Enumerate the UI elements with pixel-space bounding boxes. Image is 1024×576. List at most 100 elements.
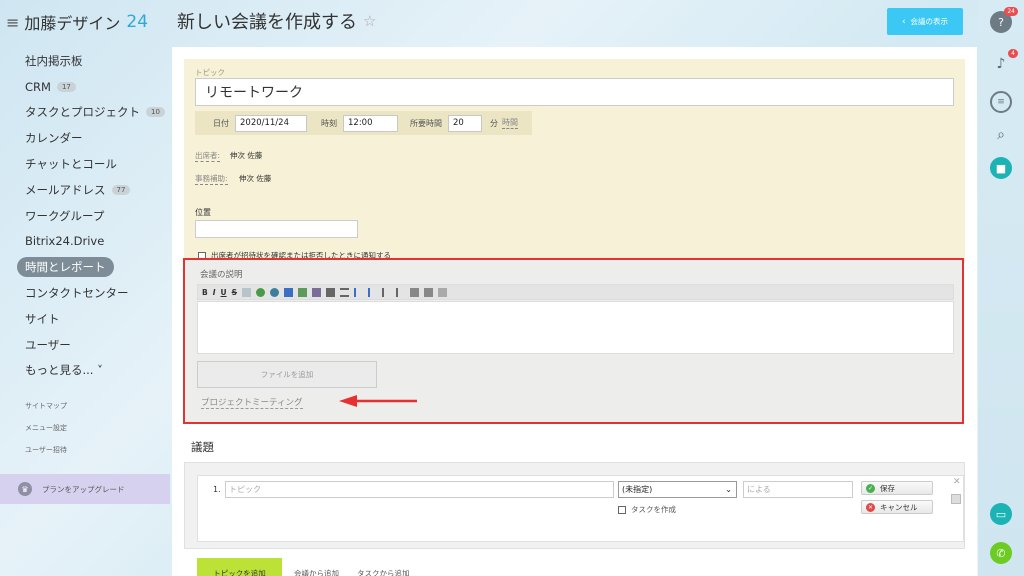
- sidebar-item-more[interactable]: もっと見る... ˅: [0, 358, 172, 384]
- brand: ≡ 加藤デザイン 24: [6, 10, 148, 34]
- brand-name: 加藤デザイン: [24, 14, 121, 33]
- hamburger-menu-icon[interactable]: ≡: [6, 13, 19, 32]
- sidebar-item-chat[interactable]: チャットとコール: [0, 151, 172, 177]
- upgrade-plan-button[interactable]: ♛ プランをアップグレード: [0, 474, 170, 504]
- sidebar-item-news[interactable]: 社内掲示板: [0, 48, 172, 74]
- duration-unit-link[interactable]: 時間: [502, 117, 518, 129]
- sidebar-item-label: タスクとプロジェクト: [25, 105, 140, 120]
- topic-label: トピック: [195, 68, 225, 77]
- cancel-button[interactable]: ✕ キャンセル: [861, 500, 933, 514]
- eraser-icon[interactable]: [242, 287, 252, 297]
- brand-number: 24: [126, 12, 149, 32]
- image-icon[interactable]: [284, 287, 294, 297]
- create-task-checkbox[interactable]: [618, 505, 626, 514]
- page-title-text: 新しい会議を作成する: [177, 12, 357, 33]
- chevron-left-icon: ‹: [901, 16, 906, 27]
- agenda-by-input[interactable]: による: [743, 481, 853, 498]
- link-icon[interactable]: [256, 287, 266, 297]
- help-icon[interactable]: ? 24: [990, 7, 1018, 33]
- cancel-label: キャンセル: [880, 502, 918, 512]
- ordered-list-icon[interactable]: [354, 287, 363, 297]
- date-time-box: 日付 2020/11/24 時刻 12:00 所要時間 20 分 時間: [195, 111, 532, 135]
- indent-icon[interactable]: [396, 287, 405, 297]
- view-meetings-label: 会議の表示: [910, 17, 949, 26]
- project-meeting-tag[interactable]: プロジェクトミーティング: [201, 396, 303, 409]
- sidebar-item-time-reports[interactable]: 時間とレポート: [0, 254, 172, 280]
- meeting-form: トピック リモートワーク 日付 2020/11/24 時刻 12:00 所要時間…: [184, 59, 965, 263]
- sidebar-item-mail[interactable]: メールアドレス 77: [0, 177, 172, 203]
- sidebar-item-contact-center[interactable]: コンタクトセンター: [0, 280, 172, 306]
- sidebar-item-crm[interactable]: CRM 17: [0, 74, 172, 100]
- description-section: 会議の説明 B I U S ファイルを追加 プロジェクトミーティング: [183, 258, 964, 424]
- heading-icon[interactable]: [410, 287, 420, 297]
- main-panel: トピック リモートワーク 日付 2020/11/24 時刻 12:00 所要時間…: [172, 47, 977, 576]
- add-from-task-link[interactable]: タスクから追加: [357, 568, 410, 576]
- description-editor[interactable]: [197, 301, 954, 354]
- sidebar-item-calendar[interactable]: カレンダー: [0, 125, 172, 151]
- lock-icon[interactable]: ■: [990, 157, 1012, 179]
- italic-button[interactable]: I: [213, 288, 216, 297]
- star-icon[interactable]: ☆: [363, 12, 376, 30]
- save-label: 保存: [880, 483, 895, 493]
- strike-button[interactable]: S: [232, 288, 237, 297]
- sidebar-item-label: ユーザー: [25, 337, 71, 352]
- location-input[interactable]: [195, 220, 358, 238]
- time-input[interactable]: 12:00: [343, 114, 398, 132]
- remove-row-icon[interactable]: ✕: [953, 477, 961, 487]
- bold-button[interactable]: B: [202, 288, 208, 297]
- count-badge: 10: [146, 107, 165, 118]
- underline-button[interactable]: U: [221, 288, 227, 297]
- sidebar-item-label: サイト: [25, 311, 60, 326]
- topic-input[interactable]: リモートワーク: [195, 78, 954, 106]
- document-icon[interactable]: ▭: [990, 503, 1012, 525]
- sidebar-item-drive[interactable]: Bitrix24.Drive: [0, 229, 172, 255]
- invite-users-link[interactable]: ユーザー招待: [25, 442, 67, 464]
- page-title: 新しい会議を作成する ☆: [177, 8, 376, 34]
- font-color-icon[interactable]: [326, 287, 336, 297]
- assistant-label[interactable]: 事務補助:: [195, 173, 228, 185]
- search-icon[interactable]: ⌕: [990, 124, 1012, 146]
- add-from-meeting-link[interactable]: 会議から追加: [294, 568, 339, 576]
- unlink-icon[interactable]: [270, 287, 280, 297]
- agenda-responsible-select[interactable]: (未指定) ⌄: [618, 481, 737, 498]
- view-meetings-button[interactable]: ‹ 会議の表示: [887, 8, 963, 35]
- add-file-button[interactable]: ファイルを追加: [197, 361, 377, 388]
- sidebar-item-sites[interactable]: サイト: [0, 306, 172, 332]
- date-input[interactable]: 2020/11/24: [235, 114, 307, 132]
- sidebar-item-tasks[interactable]: タスクとプロジェクト 10: [0, 100, 172, 126]
- attendees-label[interactable]: 出席者:: [195, 150, 221, 162]
- chevron-down-icon: ⌄: [725, 485, 732, 494]
- create-task-option[interactable]: タスクを作成: [618, 504, 676, 515]
- count-badge: 17: [56, 81, 76, 92]
- sidebar-item-label: 社内掲示板: [25, 53, 83, 68]
- align-icon[interactable]: [340, 287, 350, 297]
- sidebar-item-users[interactable]: ユーザー: [0, 332, 172, 358]
- upgrade-label: プランをアップグレード: [42, 484, 125, 494]
- edit-icon[interactable]: [951, 494, 961, 504]
- sitemap-link[interactable]: サイトマップ: [25, 398, 67, 420]
- menu-settings-link[interactable]: メニュー設定: [25, 420, 67, 442]
- sidebar-item-label: チャットとコール: [25, 157, 117, 172]
- paste-icon[interactable]: [312, 287, 322, 297]
- video-icon[interactable]: [298, 287, 308, 297]
- description-label: 会議の説明: [200, 270, 243, 280]
- time-label: 時刻: [321, 118, 337, 128]
- bell-count-badge: 4: [1008, 49, 1018, 58]
- check-icon: ✓: [866, 483, 875, 493]
- attendees-value[interactable]: 伸次 佐藤: [230, 150, 262, 161]
- sidebar-item-label: Bitrix24.Drive: [25, 234, 105, 249]
- chat-icon[interactable]: ≡: [990, 91, 1012, 113]
- assistant-value[interactable]: 伸次 佐藤: [239, 173, 271, 184]
- outdent-icon[interactable]: [382, 287, 391, 297]
- font-family-icon[interactable]: [438, 287, 448, 297]
- bell-icon[interactable]: ♪ 4: [990, 49, 1018, 75]
- bullet-list-icon[interactable]: [368, 287, 377, 297]
- add-topic-button[interactable]: トピックを追加: [197, 558, 282, 576]
- crown-icon: ♛: [18, 482, 32, 496]
- phone-icon[interactable]: ✆: [990, 542, 1012, 564]
- save-button[interactable]: ✓ 保存: [861, 481, 933, 495]
- sidebar-item-workgroups[interactable]: ワークグループ: [0, 203, 172, 229]
- duration-input[interactable]: 20: [448, 114, 482, 132]
- font-size-icon[interactable]: [424, 287, 434, 297]
- agenda-topic-input[interactable]: トピック: [225, 481, 614, 498]
